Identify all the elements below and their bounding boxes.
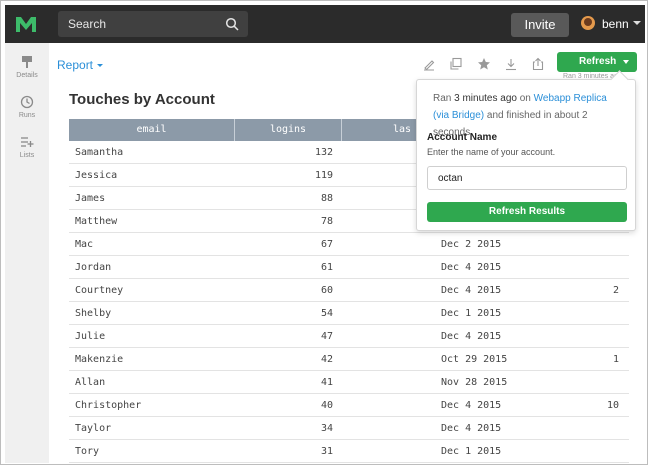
cell-name: Makenzie	[75, 354, 124, 365]
clock-icon	[20, 95, 34, 109]
cell-name: Allan	[75, 377, 106, 388]
cell-last-date: Dec 4 2015	[441, 423, 502, 434]
cell-name: Mac	[75, 239, 94, 250]
cell-logins: 40	[320, 400, 333, 411]
cell-last-date: Dec 4 2015	[441, 285, 502, 296]
cell-logins: 54	[320, 308, 333, 319]
sidebar-item-runs[interactable]: Runs	[5, 95, 49, 119]
invite-button[interactable]: Invite	[511, 13, 569, 37]
cell-name: Jordan	[75, 262, 112, 273]
cell-last-date: Dec 4 2015	[441, 400, 502, 411]
refresh-popover: Ran 3 minutes ago on Webapp Replica (via…	[416, 79, 636, 231]
download-icon[interactable]	[504, 57, 518, 71]
search-label: Search	[68, 17, 107, 31]
cell-extra: 10	[606, 400, 619, 411]
table-row: Makenzie 42 Oct 29 2015 1	[69, 348, 629, 371]
share-icon[interactable]	[531, 57, 545, 71]
cell-extra: 2	[612, 285, 619, 296]
edit-icon[interactable]	[422, 57, 436, 71]
cell-last-date: Dec 1 2015	[441, 308, 502, 319]
cell-logins: 41	[320, 377, 333, 388]
table-row: Tory 31 Dec 1 2015	[69, 440, 629, 463]
cell-name: Shelby	[75, 308, 112, 319]
cell-name: Matthew	[75, 216, 118, 227]
cell-logins: 132	[314, 147, 333, 158]
cell-name: Christopher	[75, 400, 142, 411]
status-prefix: Ran	[433, 93, 452, 104]
cell-logins: 34	[320, 423, 333, 434]
chevron-down-icon[interactable]	[623, 60, 629, 64]
sidebar-item-lists[interactable]: Lists	[5, 135, 49, 159]
cell-last-date: Oct 29 2015	[441, 354, 508, 365]
report-dropdown-label: Report	[57, 58, 94, 72]
cell-name: Tory	[75, 446, 100, 457]
cell-logins: 61	[320, 262, 333, 273]
duplicate-icon[interactable]	[449, 57, 463, 71]
top-navigation-bar: Search Invite benn	[5, 5, 645, 43]
column-header-email[interactable]: email	[69, 119, 234, 141]
table-row: Christopher 40 Dec 4 2015 10	[69, 394, 629, 417]
table-row: Shelby 54 Dec 1 2015	[69, 302, 629, 325]
cell-logins: 60	[320, 285, 333, 296]
column-header-logins[interactable]: logins	[235, 119, 341, 141]
cell-last-date: Dec 1 2015	[441, 446, 502, 457]
app-window: Search Invite benn Details Runs Lists Re…	[0, 0, 648, 465]
table-row: Courtney 60 Dec 4 2015 2	[69, 279, 629, 302]
cell-name: James	[75, 193, 106, 204]
refresh-results-button[interactable]: Refresh Results	[427, 202, 627, 222]
list-add-icon	[21, 137, 34, 147]
avatar[interactable]	[581, 16, 595, 30]
account-name-label: Account Name	[427, 132, 498, 143]
report-dropdown[interactable]: Report	[57, 58, 104, 72]
status-on: on	[519, 93, 531, 104]
cell-last-date: Nov 28 2015	[441, 377, 508, 388]
cell-last-date: Dec 2 2015	[441, 239, 502, 250]
refresh-label: Refresh	[579, 56, 617, 67]
sidebar-item-label: Details	[16, 72, 38, 79]
table-row: Jordan 61 Dec 4 2015	[69, 256, 629, 279]
cell-extra: 1	[612, 354, 619, 365]
chevron-down-icon[interactable]	[633, 21, 641, 25]
sidebar-item-details[interactable]: Details	[5, 55, 49, 79]
search-icon[interactable]	[225, 17, 239, 31]
cell-logins: 119	[314, 170, 333, 181]
table-row: Julie 47 Dec 4 2015	[69, 325, 629, 348]
cell-logins: 78	[320, 216, 333, 227]
cell-name: Julie	[75, 331, 106, 342]
cell-name: Samantha	[75, 147, 124, 158]
status-time: 3 minutes ago	[454, 93, 517, 104]
table-row: Allan 41 Nov 28 2015	[69, 371, 629, 394]
cell-logins: 67	[320, 239, 333, 250]
account-name-help: Enter the name of your account.	[427, 147, 556, 157]
sidebar-item-label: Lists	[19, 152, 35, 159]
details-icon	[22, 56, 32, 68]
cell-last-date: Dec 4 2015	[441, 262, 502, 273]
cell-name: Jessica	[75, 170, 118, 181]
mode-logo-icon[interactable]	[13, 11, 39, 37]
page-title: Touches by Account	[69, 91, 215, 108]
cell-name: Courtney	[75, 285, 124, 296]
cell-logins: 42	[320, 354, 333, 365]
user-name[interactable]: benn	[602, 17, 629, 31]
cell-logins: 47	[320, 331, 333, 342]
sidebar-item-label: Runs	[18, 112, 36, 119]
star-icon[interactable]	[477, 57, 491, 71]
search-box[interactable]: Search	[58, 11, 248, 37]
cell-logins: 31	[320, 446, 333, 457]
cell-logins: 88	[320, 193, 333, 204]
table-row: Taylor 34 Dec 4 2015	[69, 417, 629, 440]
refresh-button[interactable]: Refresh	[557, 52, 637, 72]
left-sidebar: Details Runs Lists	[5, 43, 49, 463]
account-name-input[interactable]	[427, 166, 627, 190]
cell-last-date: Dec 4 2015	[441, 331, 502, 342]
cell-name: Taylor	[75, 423, 112, 434]
chevron-down-icon	[97, 64, 104, 68]
table-row: Mac 67 Dec 2 2015	[69, 233, 629, 256]
